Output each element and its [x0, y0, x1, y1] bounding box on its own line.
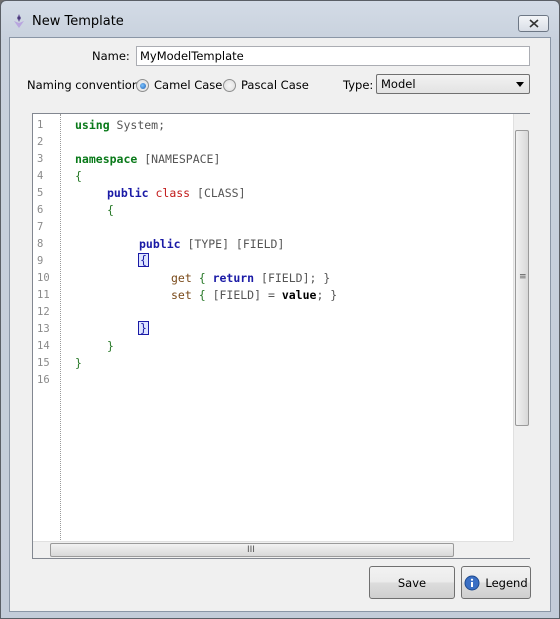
new-template-window: New Template Name: MyModelTemplate Namin… [0, 0, 560, 619]
line-number: 12 [37, 306, 50, 318]
code-line: set { [FIELD] = value; } [171, 288, 337, 302]
code-text: [TYPE] [FIELD] [180, 237, 285, 251]
line-number: 13 [37, 323, 50, 335]
code-line: } [107, 339, 114, 353]
code-text: { [191, 288, 213, 302]
vertical-scrollbar[interactable]: ≡ [513, 114, 530, 542]
close-button[interactable] [518, 15, 549, 32]
keyword: class [155, 186, 191, 200]
camel-case-radio[interactable] [136, 79, 149, 92]
pascal-case-label[interactable]: Pascal Case [241, 78, 309, 92]
code-line: } [75, 356, 82, 370]
horizontal-scrollbar[interactable]: III [33, 541, 513, 558]
keyword: set [171, 288, 192, 302]
keyword: namespace [75, 152, 138, 166]
code-text: [FIELD] = [212, 288, 282, 302]
save-button[interactable]: Save [369, 566, 455, 599]
code-line: { [138, 253, 149, 267]
code-line: namespace [NAMESPACE] [75, 152, 220, 166]
info-icon [464, 575, 480, 590]
scroll-grip: III [247, 545, 255, 555]
save-button-label: Save [397, 575, 427, 590]
code-line: public class [CLASS] [107, 186, 246, 200]
type-select[interactable]: Model [376, 74, 530, 94]
code-line: { [107, 203, 114, 217]
vertical-scroll-thumb[interactable]: ≡ [515, 130, 529, 426]
scroll-grip: ≡ [519, 272, 527, 282]
matched-brace: } [138, 321, 149, 335]
line-number: 1 [37, 119, 44, 131]
keyword: public [107, 186, 149, 200]
legend-button[interactable]: Legend [461, 566, 531, 599]
code-text: [FIELD]; } [254, 271, 331, 285]
code-editor[interactable]: 1 2 3 4 5 6 7 8 9 10 11 12 13 14 15 16 u… [32, 113, 530, 559]
keyword: get [171, 271, 192, 285]
naming-convention-label: Naming convention: [27, 78, 144, 92]
keyword: using [75, 118, 110, 132]
line-number: 16 [37, 374, 50, 386]
line-number: 10 [37, 272, 50, 284]
code-text: System; [109, 118, 166, 132]
close-icon [528, 19, 539, 28]
line-number: 8 [37, 238, 44, 250]
line-number: 15 [37, 357, 50, 369]
line-number-gutter: 1 2 3 4 5 6 7 8 9 10 11 12 13 14 15 16 [33, 114, 61, 540]
code-text: [NAMESPACE] [137, 152, 221, 166]
type-label: Type: [343, 78, 374, 92]
code-line: } [138, 321, 149, 335]
pascal-case-radio[interactable] [223, 79, 236, 92]
title-bar: New Template [1, 1, 559, 37]
line-number: 3 [37, 153, 44, 165]
line-number: 4 [37, 170, 44, 182]
line-number: 11 [37, 289, 50, 301]
app-icon [14, 14, 24, 28]
code-text: { [191, 271, 213, 285]
keyword: public [139, 237, 181, 251]
keyword: return [212, 271, 255, 285]
chevron-down-icon [516, 82, 524, 87]
name-label: Name: [92, 49, 130, 63]
type-select-value: Model [381, 77, 416, 91]
code-text: [CLASS] [190, 186, 246, 200]
legend-button-label: Legend [485, 575, 528, 590]
scrollbar-corner [513, 541, 530, 558]
name-input[interactable]: MyModelTemplate [136, 46, 530, 66]
window-title: New Template [32, 14, 124, 29]
line-number: 7 [37, 221, 44, 233]
line-number: 2 [37, 136, 44, 148]
keyword: value [281, 288, 317, 302]
line-number: 5 [37, 187, 44, 199]
code-line: { [75, 169, 82, 183]
line-number: 9 [37, 255, 44, 267]
matched-brace: { [138, 253, 149, 267]
code-line: get { return [FIELD]; } [171, 271, 330, 285]
dialog-client-area: Name: MyModelTemplate Naming convention:… [9, 37, 551, 612]
line-number: 6 [37, 204, 44, 216]
line-number: 14 [37, 340, 50, 352]
camel-case-label[interactable]: Camel Case [154, 78, 222, 92]
code-line: using System; [75, 118, 165, 132]
code-text: ; } [316, 288, 338, 302]
code-line: public [TYPE] [FIELD] [139, 237, 284, 251]
horizontal-scroll-thumb[interactable]: III [50, 543, 454, 557]
